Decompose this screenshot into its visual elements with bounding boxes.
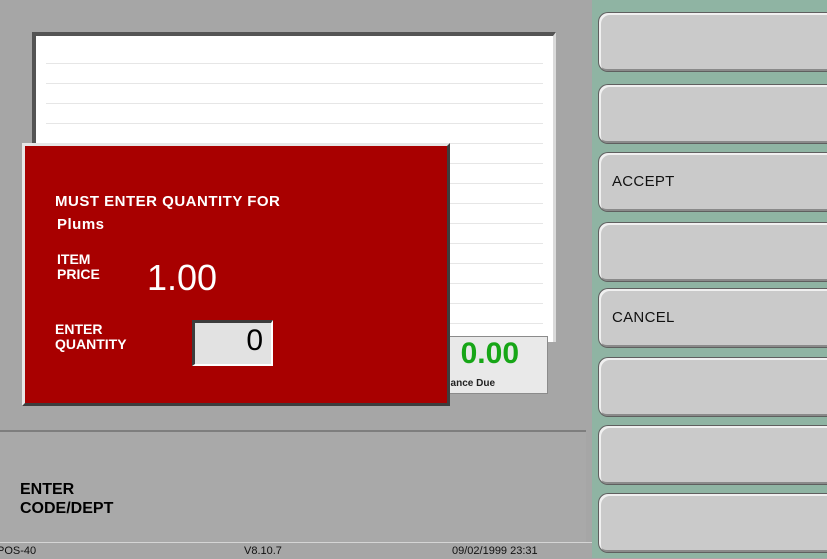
quantity-input[interactable]: 0 bbox=[192, 320, 273, 366]
function-key-4[interactable] bbox=[598, 222, 827, 282]
datetime-label: 09/02/1999 23:31 bbox=[452, 545, 538, 557]
balance-amount: 0.00 bbox=[460, 337, 519, 370]
function-key-1[interactable] bbox=[598, 12, 827, 72]
function-key-panel: ACCEPT CANCEL bbox=[592, 0, 827, 558]
quantity-label: ENTER QUANTITY bbox=[55, 321, 127, 352]
dialog-message: MUST ENTER QUANTITY FOR bbox=[55, 193, 281, 210]
item-price-label: ITEM PRICE bbox=[57, 251, 100, 282]
cancel-button-label: CANCEL bbox=[612, 309, 675, 326]
function-key-2[interactable] bbox=[598, 84, 827, 144]
balance-due-box: 0.00 Balance Due bbox=[438, 336, 548, 394]
cancel-button[interactable]: CANCEL bbox=[598, 288, 827, 348]
item-price-value: 1.00 bbox=[147, 257, 218, 298]
version-label: V8.10.7 bbox=[244, 545, 282, 557]
prompt-text: ENTER CODE/DEPT bbox=[20, 481, 114, 517]
quantity-required-dialog: MUST ENTER QUANTITY FOR Plums ITEM PRICE… bbox=[22, 143, 450, 406]
terminal-id: POS-40 bbox=[0, 545, 37, 557]
function-key-8[interactable] bbox=[598, 493, 827, 553]
accept-button[interactable]: ACCEPT bbox=[598, 152, 827, 212]
status-bar: POS-40 V8.10.7 09/02/1999 23:31 bbox=[0, 542, 592, 559]
accept-button-label: ACCEPT bbox=[612, 173, 675, 190]
function-key-6[interactable] bbox=[598, 357, 827, 417]
function-key-7[interactable] bbox=[598, 425, 827, 485]
prompt-area: ENTER CODE/DEPT bbox=[0, 430, 586, 544]
dialog-item-name: Plums bbox=[57, 216, 105, 233]
